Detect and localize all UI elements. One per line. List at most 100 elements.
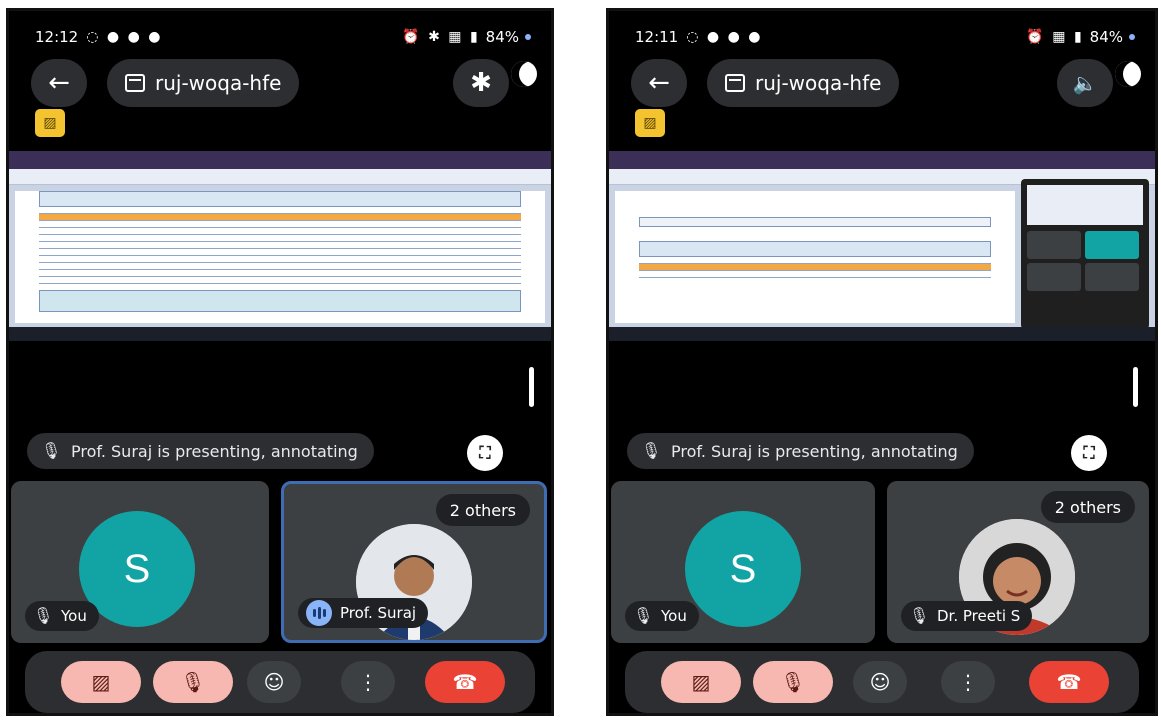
mic-toggle-button[interactable]: 🎙 [753, 661, 833, 703]
battery-level: 84% [485, 28, 519, 46]
notification-icons: ◌ ● ● ● [86, 29, 163, 45]
pip-tile [1027, 231, 1081, 259]
camera-off-badge: ▨ [635, 109, 665, 137]
more-options-button[interactable]: ⋮ [341, 661, 395, 703]
doc-table-row [39, 207, 521, 214]
privacy-indicator-dot [525, 34, 531, 40]
shared-browser-tabs [609, 151, 1155, 169]
pip-shared-preview [1027, 185, 1143, 225]
participant-tile-you[interactable]: S 🎙 You [611, 481, 875, 643]
status-time: 12:12 [35, 28, 79, 46]
screen-share-content[interactable] [9, 151, 551, 341]
mic-off-icon: 🎙 [780, 670, 806, 694]
more-vert-icon: ⋮ [958, 670, 978, 694]
participant-name-chip: 🎙 You [25, 601, 99, 631]
fullscreen-button[interactable]: ⛶ [467, 435, 503, 471]
scroll-handle[interactable] [1133, 367, 1138, 407]
fullscreen-icon: ⛶ [1083, 443, 1095, 462]
back-arrow-icon: ← [648, 68, 670, 98]
audio-output-button[interactable]: ✱ [453, 59, 509, 107]
shared-taskbar [609, 327, 1155, 341]
mic-off-icon: 🎙 [41, 441, 62, 460]
presenting-text: Prof. Suraj is presenting, annotating [71, 441, 358, 461]
audio-output-button[interactable]: 🔈 [1057, 59, 1113, 107]
mic-off-icon: 🎙 [633, 606, 654, 625]
doc-table-row [39, 263, 521, 270]
participant-name-chip: 🎙 You [625, 601, 699, 631]
meeting-info-pill[interactable]: ruj-woqa-hfe [707, 59, 900, 107]
phone-screen-left: 12:12 ◌ ● ● ● ⏰ ✱ ▦ ▮ 84% ← ruj-woqa-hfe… [6, 8, 554, 716]
screen-share-content[interactable] [609, 151, 1155, 341]
participant-name-chip: 🎙 Dr. Preeti S [901, 601, 1033, 631]
status-bar: 12:12 ◌ ● ● ● ⏰ ✱ ▦ ▮ 84% [35, 25, 531, 49]
mic-off-icon: 🎙 [909, 606, 930, 625]
camera-off-icon: ▨ [91, 670, 111, 694]
camera-off-icon: ▨ [643, 115, 657, 131]
pip-tile [1085, 263, 1139, 291]
more-options-button[interactable]: ⋮ [941, 661, 995, 703]
pip-participant-grid [1021, 231, 1149, 291]
meeting-code: ruj-woqa-hfe [755, 71, 882, 95]
others-count-chip[interactable]: 2 others [435, 494, 530, 526]
participant-tile-other[interactable]: 2 others 🎙 Dr. Preeti S [887, 481, 1149, 643]
camera-toggle-button[interactable]: ▨ [661, 661, 741, 703]
participant-name: Dr. Preeti S [937, 607, 1021, 625]
speaker-icon: 🔈 [1072, 71, 1098, 95]
emoji-icon: ☺ [869, 670, 891, 694]
leave-call-button[interactable]: ☎ [1029, 661, 1109, 703]
presenting-banner: 🎙 Prof. Suraj is presenting, annotating [627, 433, 974, 469]
doc-table-header [39, 290, 521, 312]
hang-up-icon: ☎ [1056, 670, 1082, 694]
reactions-button[interactable]: ☺ [853, 661, 907, 703]
participant-name: Prof. Suraj [340, 604, 417, 622]
doc-table-row [39, 249, 521, 256]
doc-table-row [39, 277, 521, 284]
battery-level: 84% [1089, 28, 1123, 46]
back-button[interactable]: ← [631, 59, 687, 107]
reactions-button[interactable]: ☺ [247, 661, 301, 703]
meeting-top-bar: ← ruj-woqa-hfe 🔈 [631, 59, 1141, 111]
presenting-banner: 🎙 Prof. Suraj is presenting, annotating [27, 433, 374, 469]
camera-toggle-button[interactable]: ▨ [61, 661, 141, 703]
fullscreen-button[interactable]: ⛶ [1071, 435, 1107, 471]
camera-off-badge: ▨ [35, 109, 65, 137]
phone-screen-right: 12:11 ◌ ● ● ● ⏰ ▦ ▮ 84% ← ruj-woqa-hfe 🔈… [606, 8, 1158, 716]
hang-up-icon: ☎ [452, 670, 478, 694]
doc-table-row-highlighted [639, 264, 991, 271]
doc-table-header [639, 241, 991, 257]
camera-off-icon: ▨ [691, 670, 711, 694]
participant-name-chip: Prof. Suraj [298, 598, 429, 628]
shared-doc-toolbar [9, 169, 551, 185]
shared-browser-tabs [9, 151, 551, 169]
mic-off-icon: 🎙 [180, 670, 206, 694]
call-controls-bar: ▨ 🎙 ☺ ⋮ ☎ [25, 651, 535, 713]
presenting-text: Prof. Suraj is presenting, annotating [671, 441, 958, 461]
leave-call-button[interactable]: ☎ [425, 661, 505, 703]
avatar: S [685, 511, 801, 627]
fullscreen-icon: ⛶ [479, 443, 491, 462]
doc-table-row [39, 235, 521, 242]
participant-tile-you[interactable]: S 🎙 You [11, 481, 269, 643]
scroll-handle[interactable] [529, 367, 534, 407]
calendar-icon [125, 74, 145, 92]
shared-document [15, 191, 545, 323]
participant-tile-presenter[interactable]: 2 others Prof. Suraj [281, 481, 547, 643]
mic-toggle-button[interactable]: 🎙 [153, 661, 233, 703]
speaking-indicator-icon [306, 600, 332, 626]
calendar-icon [725, 74, 745, 92]
crescent-overlay-icon [1115, 61, 1141, 87]
back-button[interactable]: ← [31, 59, 87, 107]
crescent-overlay-icon [511, 61, 537, 87]
status-bar: 12:11 ◌ ● ● ● ⏰ ▦ ▮ 84% [635, 25, 1135, 49]
meeting-info-pill[interactable]: ruj-woqa-hfe [107, 59, 300, 107]
doc-letterhead [615, 191, 1015, 217]
doc-spacer [615, 227, 1015, 241]
pip-tile [1027, 263, 1081, 291]
meet-pip-window [1021, 179, 1149, 329]
doc-table-row-highlighted [39, 214, 521, 221]
doc-heading-bar [639, 217, 991, 227]
others-count-chip[interactable]: 2 others [1040, 491, 1135, 523]
back-arrow-icon: ← [48, 68, 70, 98]
doc-table-row [39, 221, 521, 228]
notification-icons: ◌ ● ● ● [686, 29, 763, 45]
